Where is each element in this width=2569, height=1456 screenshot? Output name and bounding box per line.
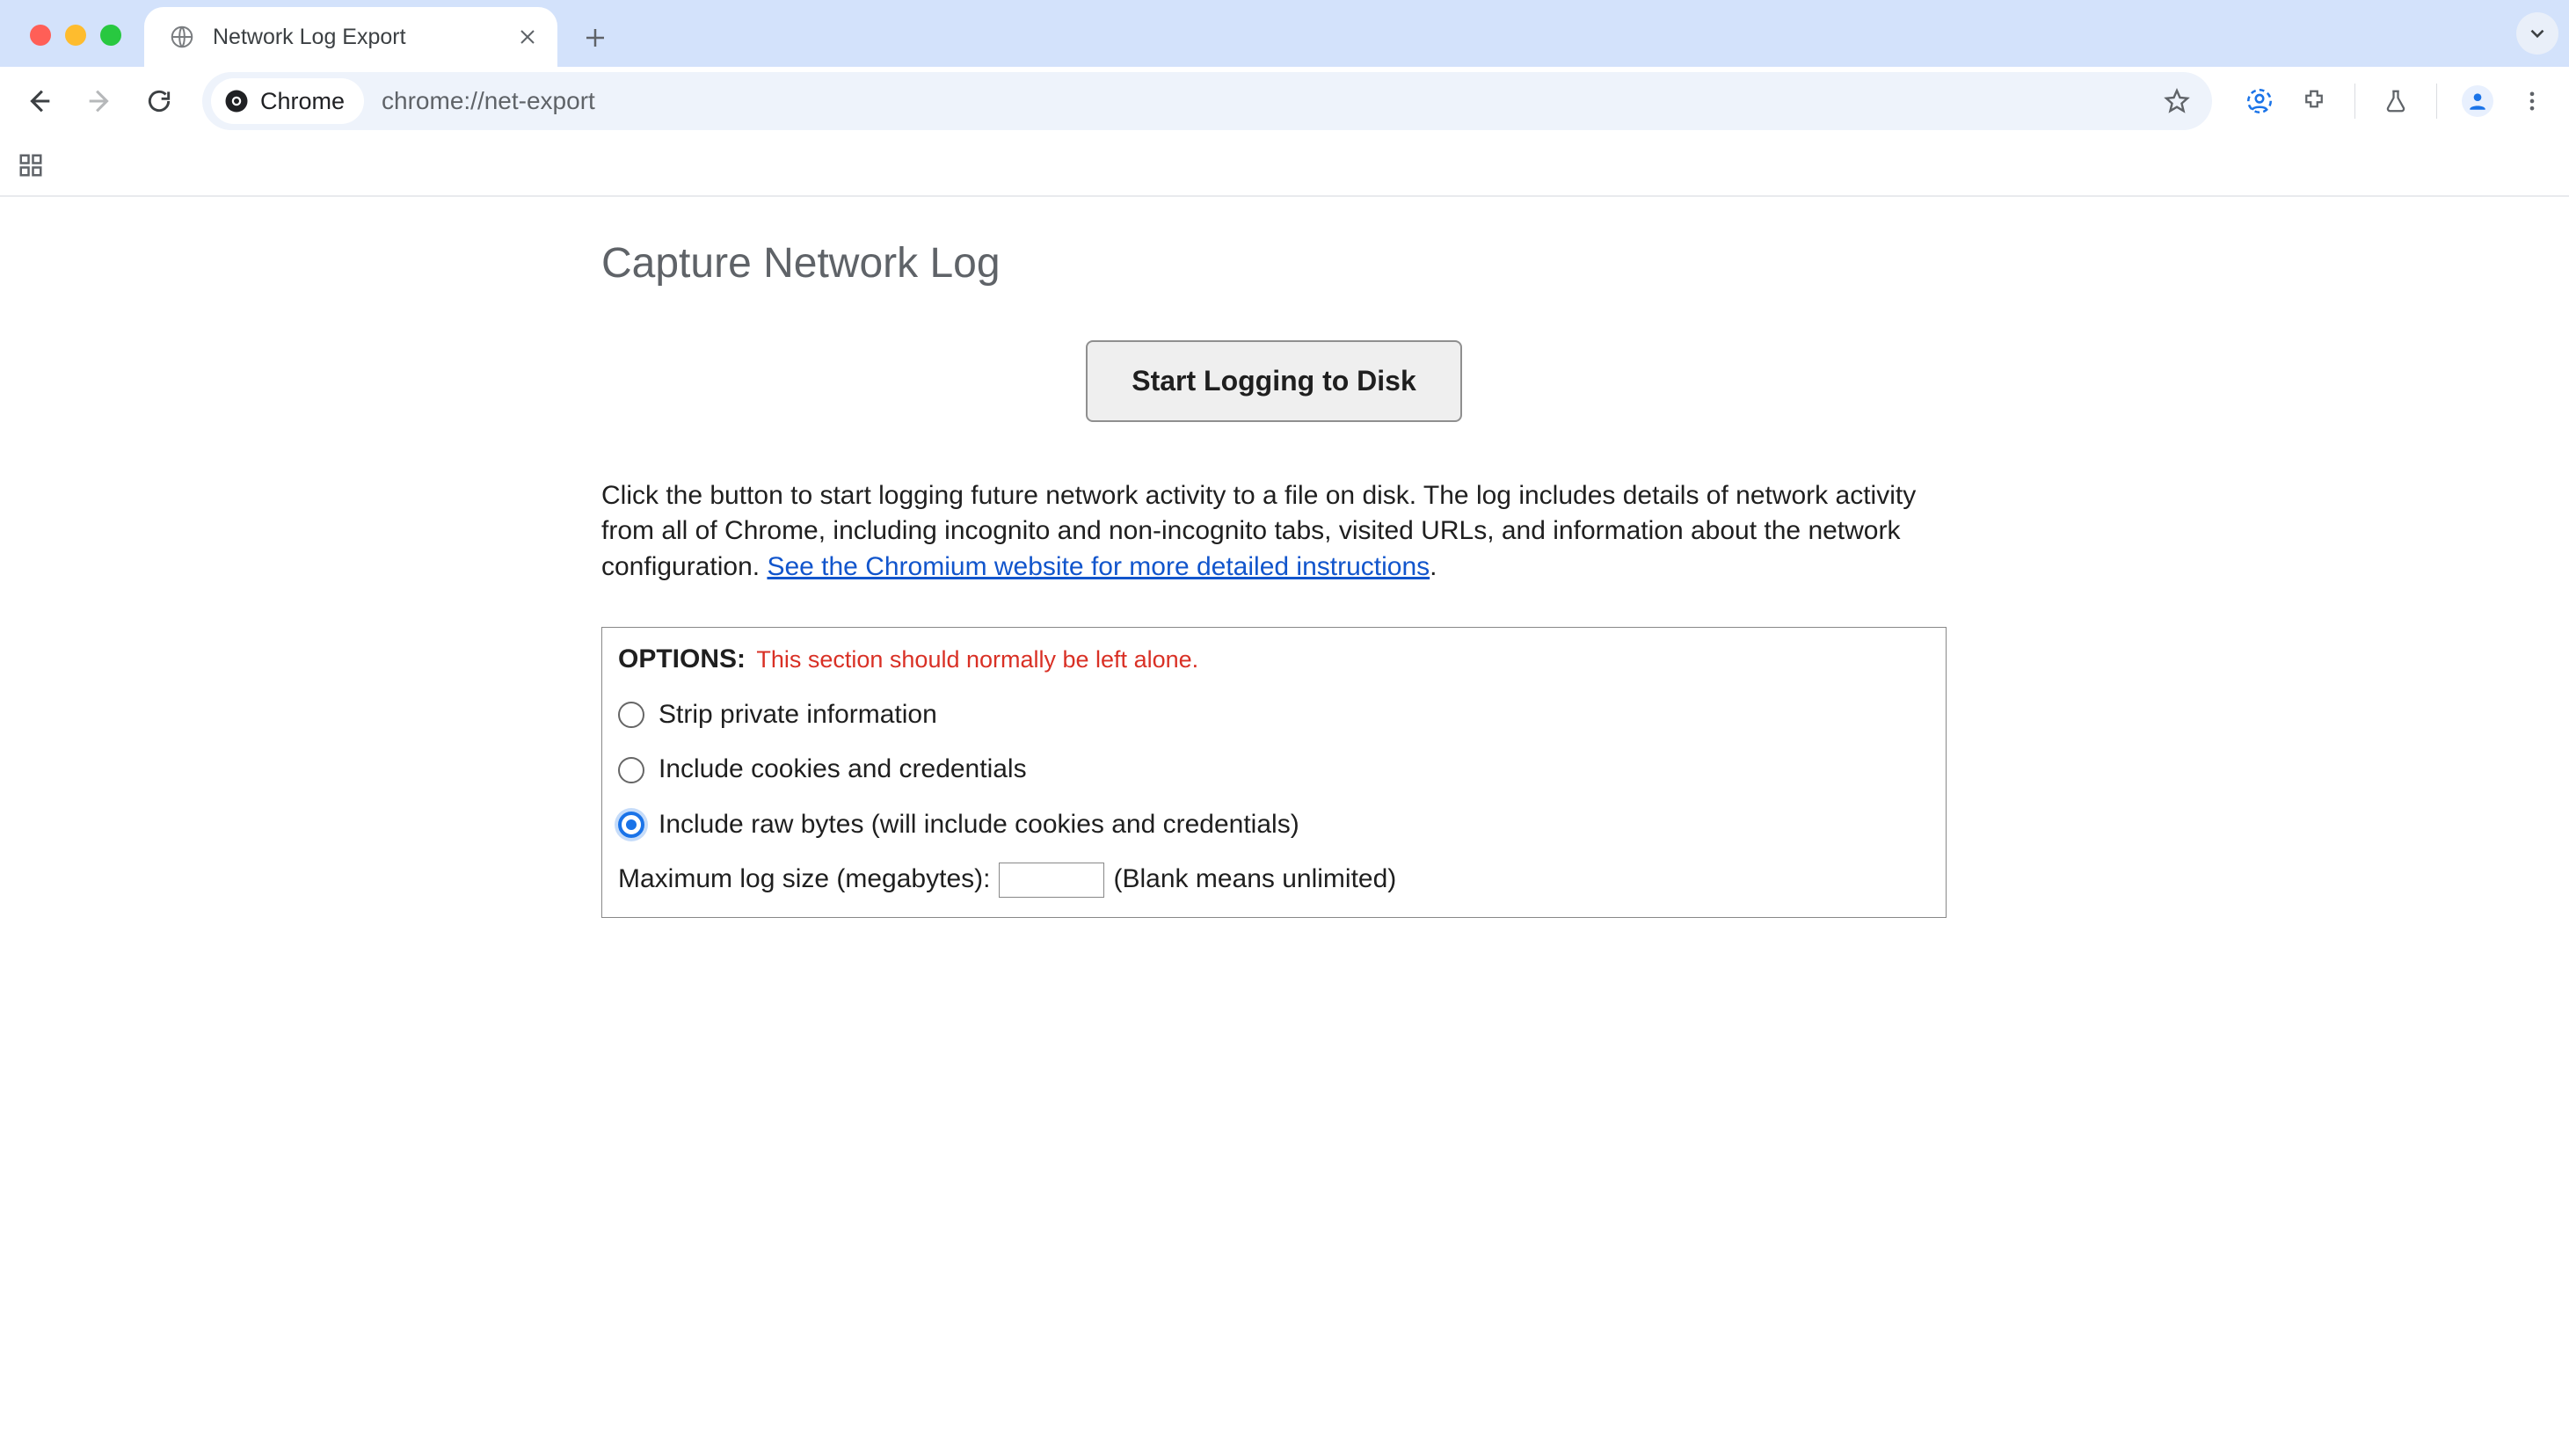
radio-label: Include cookies and credentials <box>659 752 1027 788</box>
tab-strip: Network Log Export <box>0 0 2569 67</box>
url-text: chrome://net-export <box>382 87 2145 115</box>
window-controls <box>30 25 121 46</box>
separator <box>2436 84 2437 119</box>
max-log-size-hint: (Blank means unlimited) <box>1113 862 1396 898</box>
labs-icon[interactable] <box>2373 78 2419 124</box>
reload-button[interactable] <box>134 76 185 127</box>
window-zoom[interactable] <box>100 25 121 46</box>
tab-title: Network Log Export <box>213 25 498 50</box>
chrome-icon <box>223 88 250 114</box>
window-close[interactable] <box>30 25 51 46</box>
radio-include-raw-bytes[interactable]: Include raw bytes (will include cookies … <box>618 807 1930 843</box>
avatar <box>2462 85 2493 117</box>
radio-include-cookies[interactable]: Include cookies and credentials <box>618 752 1930 788</box>
tabs-dropdown-button[interactable] <box>2516 12 2558 55</box>
address-bar[interactable]: Chrome chrome://net-export <box>202 72 2212 130</box>
site-chip[interactable]: Chrome <box>211 78 364 124</box>
separator <box>2354 84 2355 119</box>
instructions-link[interactable]: See the Chromium website for more detail… <box>767 552 1430 581</box>
radio-label: Include raw bytes (will include cookies … <box>659 807 1299 843</box>
menu-button[interactable] <box>2509 78 2555 124</box>
max-log-size-label: Maximum log size (megabytes): <box>618 862 990 898</box>
options-panel: OPTIONS: This section should normally be… <box>601 627 1947 918</box>
start-logging-button[interactable]: Start Logging to Disk <box>1086 340 1462 422</box>
description-suffix: . <box>1430 552 1437 581</box>
toolbar: Chrome chrome://net-export <box>0 67 2569 135</box>
bookmark-star-icon[interactable] <box>2163 87 2191 115</box>
page-title: Capture Network Log <box>601 236 1947 293</box>
max-log-size-input[interactable] <box>999 863 1104 898</box>
radio-icon <box>618 812 644 838</box>
radio-icon <box>618 702 644 728</box>
page-content: Capture Network Log Start Logging to Dis… <box>0 197 2569 918</box>
globe-icon <box>169 24 195 50</box>
extensions-icon[interactable] <box>2291 78 2337 124</box>
new-tab-button[interactable] <box>580 23 610 53</box>
forward-button[interactable] <box>74 76 125 127</box>
window-minimize[interactable] <box>65 25 86 46</box>
options-note: This section should normally be left alo… <box>756 646 1198 673</box>
site-chip-label: Chrome <box>260 88 345 115</box>
description: Click the button to start logging future… <box>601 478 1947 586</box>
browser-tab[interactable]: Network Log Export <box>144 7 557 67</box>
account-sync-icon[interactable] <box>2237 78 2282 124</box>
radio-icon <box>618 757 644 783</box>
close-tab-icon[interactable] <box>515 25 540 49</box>
radio-strip-private[interactable]: Strip private information <box>618 697 1930 733</box>
back-button[interactable] <box>14 76 65 127</box>
options-heading: OPTIONS: <box>618 644 746 673</box>
bookmarks-bar <box>0 135 2569 197</box>
radio-label: Strip private information <box>659 697 937 733</box>
profile-button[interactable] <box>2455 78 2500 124</box>
apps-grid-icon[interactable] <box>9 143 53 187</box>
